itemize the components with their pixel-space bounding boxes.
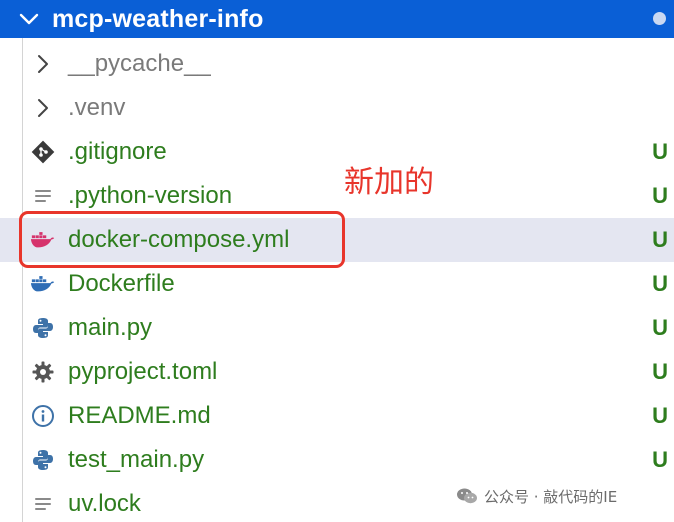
untracked-status-badge: U <box>652 403 668 428</box>
tree-item-pycache[interactable]: __pycache__ <box>0 42 674 86</box>
file-explorer: mcp-weather-info __pycache__ .venv .giti… <box>0 0 674 522</box>
tree-item-label: test_main.py <box>68 446 205 473</box>
docker-icon <box>30 272 56 296</box>
python-icon <box>30 316 56 340</box>
chevron-right-icon[interactable] <box>30 96 56 120</box>
untracked-status-badge: U <box>652 183 668 208</box>
chevron-down-icon[interactable] <box>16 6 42 32</box>
tree-item-label: .python-version <box>68 182 233 209</box>
lines-icon <box>30 184 56 208</box>
lines-icon <box>30 492 56 516</box>
untracked-status-badge: U <box>652 359 668 384</box>
folder-header[interactable]: mcp-weather-info <box>0 0 674 38</box>
tree-item-label: pyproject.toml <box>68 358 218 385</box>
tree-item-main-py[interactable]: main.py U <box>0 306 674 350</box>
git-icon <box>30 140 56 164</box>
untracked-status-badge: U <box>652 271 668 296</box>
tree-item-label: .gitignore <box>68 138 167 165</box>
tree-item-label: Dockerfile <box>68 270 175 297</box>
tree-item-test-main-py[interactable]: test_main.py U <box>0 438 674 482</box>
info-icon <box>30 404 56 428</box>
folder-name: mcp-weather-info <box>52 5 264 33</box>
untracked-status-badge: U <box>652 315 668 340</box>
watermark-text: 公众号 · 敲代码的IE <box>484 487 618 506</box>
tree-item-label: uv.lock <box>68 490 141 517</box>
annotation-highlight-box <box>19 211 345 268</box>
tree-item-label: README.md <box>68 402 211 429</box>
annotation-text: 新加的 <box>344 165 434 200</box>
chevron-right-icon[interactable] <box>30 52 56 76</box>
wechat-icon <box>456 487 478 505</box>
untracked-status-badge: U <box>652 227 668 252</box>
tree-item-label: .venv <box>68 94 126 121</box>
tree-item-venv[interactable]: .venv <box>0 86 674 130</box>
tree-item-label: main.py <box>68 314 153 341</box>
untracked-status-badge: U <box>652 447 668 472</box>
tree-item-readme[interactable]: README.md U <box>0 394 674 438</box>
tree-item-gitignore[interactable]: .gitignore U <box>0 130 674 174</box>
status-dot-icon <box>653 12 666 25</box>
gear-icon <box>30 360 56 384</box>
python-icon <box>30 448 56 472</box>
watermark: 公众号 · 敲代码的IE <box>456 484 617 508</box>
tree-item-dockerfile[interactable]: Dockerfile U <box>0 262 674 306</box>
untracked-status-badge: U <box>652 139 668 164</box>
tree-item-label: __pycache__ <box>68 50 211 77</box>
tree-item-pyproject-toml[interactable]: pyproject.toml U <box>0 350 674 394</box>
